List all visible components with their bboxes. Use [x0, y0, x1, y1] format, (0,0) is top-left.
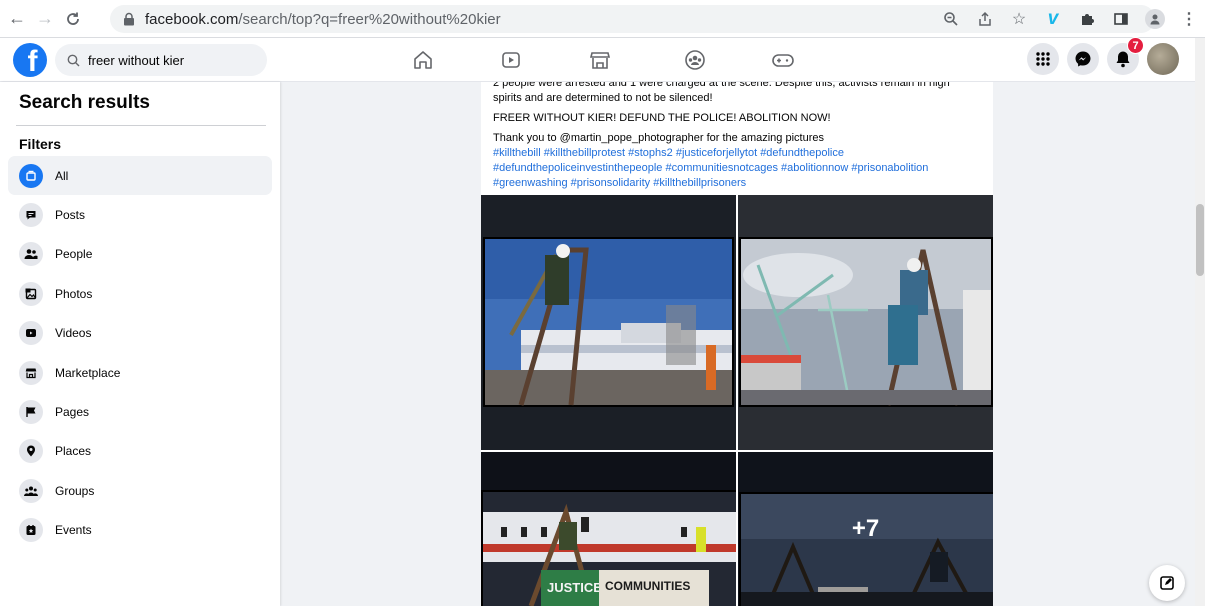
groups-icon — [19, 478, 43, 503]
side-panel-icon[interactable] — [1111, 9, 1131, 29]
filter-item-pages[interactable]: Pages — [8, 392, 272, 431]
post-hashtags[interactable]: #killthebill #killthebillprotest #stophs… — [493, 146, 981, 191]
places-icon — [19, 439, 43, 464]
more-photos-overlay[interactable]: +7 — [738, 452, 993, 606]
search-icon — [67, 54, 80, 66]
filter-item-marketplace[interactable]: Marketplace — [8, 353, 272, 392]
events-icon — [19, 518, 43, 543]
new-message-button[interactable] — [1149, 565, 1185, 601]
grid-menu-icon — [1036, 52, 1050, 66]
groups-icon — [685, 50, 705, 70]
watch-icon — [502, 52, 520, 68]
post-photo-2[interactable] — [738, 195, 993, 450]
marketplace-icon — [589, 52, 611, 69]
filter-label: Groups — [55, 483, 95, 498]
chrome-menu-icon[interactable]: ⋮ — [1179, 9, 1199, 29]
banner-text-communities: COMMUNITIES — [605, 579, 690, 593]
post-text-cut-line: 2 people were arrested and 1 were charge… — [493, 82, 950, 89]
lock-icon — [124, 12, 134, 26]
account-avatar[interactable] — [1147, 43, 1179, 75]
pages-icon — [19, 400, 43, 425]
back-icon[interactable]: ← — [6, 8, 28, 30]
filter-label: Posts — [55, 208, 86, 223]
filter-item-groups[interactable]: Groups — [8, 471, 272, 510]
filter-item-videos[interactable]: Videos — [8, 314, 272, 353]
filter-label: Places — [55, 444, 92, 459]
filter-label: People — [55, 247, 93, 262]
vimeo-extension-icon[interactable]: v — [1043, 8, 1063, 29]
extensions-puzzle-icon[interactable] — [1077, 9, 1097, 29]
share-icon[interactable] — [975, 9, 995, 29]
facebook-logo-icon[interactable]: f — [13, 43, 47, 77]
facebook-header: f 7 — [0, 37, 1195, 82]
reload-icon[interactable] — [62, 8, 84, 30]
post-photo-1[interactable] — [481, 195, 736, 450]
filter-label: Pages — [55, 405, 90, 420]
filter-label: Videos — [55, 326, 92, 341]
post-credit: Thank you to @martin_pope_photographer f… — [493, 132, 824, 144]
compose-icon — [1160, 576, 1174, 590]
post-slogan: FREER WITHOUT KIER! DEFUND THE POLICE! A… — [493, 112, 831, 124]
post-body: 2 people were arrested and 1 were charge… — [481, 82, 993, 191]
filter-item-places[interactable]: Places — [8, 432, 272, 471]
filter-item-people[interactable]: People — [8, 235, 272, 274]
scrollbar-thumb[interactable] — [1196, 204, 1204, 276]
bell-icon — [1116, 51, 1130, 68]
videos-icon — [19, 321, 43, 346]
messenger-button[interactable] — [1067, 43, 1099, 75]
banner-text-justice: JUSTICE — [547, 580, 602, 595]
page-title: Search results — [19, 92, 150, 113]
filter-label: Photos — [55, 286, 93, 301]
search-sidebar: Search results Filters All Posts People … — [0, 82, 280, 606]
nav-marketplace-tab[interactable] — [580, 38, 620, 82]
post-text-line: spirits and are determined to not be sil… — [493, 92, 713, 104]
filter-label: Marketplace — [55, 365, 121, 380]
all-icon — [19, 163, 43, 188]
photos-icon — [19, 281, 43, 306]
notifications-button[interactable]: 7 — [1107, 37, 1144, 75]
menu-grid-button[interactable] — [1027, 43, 1059, 75]
page-scrollbar[interactable] — [1195, 38, 1205, 606]
filter-label: Events — [55, 523, 92, 538]
nav-home-tab[interactable] — [403, 38, 443, 82]
gaming-icon — [772, 54, 794, 67]
forward-icon[interactable]: → — [34, 8, 56, 30]
chrome-profile-icon[interactable] — [1145, 9, 1165, 29]
nav-watch-tab[interactable] — [491, 38, 531, 82]
filter-label: All — [55, 168, 69, 183]
post-photo-3[interactable]: JUSTICE COMMUNITIES — [481, 452, 736, 606]
filters-heading: Filters — [19, 136, 62, 152]
messenger-icon — [1075, 51, 1091, 67]
filter-item-photos[interactable]: Photos — [8, 274, 272, 313]
people-icon — [19, 242, 43, 267]
url-host: facebook.com — [145, 10, 239, 28]
nav-gaming-tab[interactable] — [763, 38, 803, 82]
filter-item-events[interactable]: Events — [8, 511, 272, 550]
zoom-icon[interactable] — [941, 9, 961, 29]
search-input[interactable] — [88, 52, 248, 68]
divider — [16, 125, 266, 126]
marketplace-icon — [19, 360, 43, 385]
filter-item-posts[interactable]: Posts — [8, 195, 272, 234]
notification-badge: 7 — [1127, 37, 1144, 54]
nav-groups-tab[interactable] — [675, 38, 715, 82]
facebook-search-box[interactable] — [55, 44, 267, 76]
post-photo-4-more[interactable]: +7 — [738, 452, 993, 606]
bookmark-star-icon[interactable]: ☆ — [1009, 9, 1029, 29]
posts-icon — [19, 203, 43, 228]
search-result-post: 2 people were arrested and 1 were charge… — [481, 82, 993, 606]
home-icon — [414, 51, 432, 69]
photo-grid: JUSTICE COMMUNITIES +7 — [481, 195, 993, 606]
url-path: /search/top?q=freer%20without%20kier — [238, 10, 501, 28]
filter-item-all[interactable]: All — [8, 156, 272, 196]
browser-toolbar: ← → facebook.com/search/top?q=freer%20wi… — [0, 0, 1205, 38]
